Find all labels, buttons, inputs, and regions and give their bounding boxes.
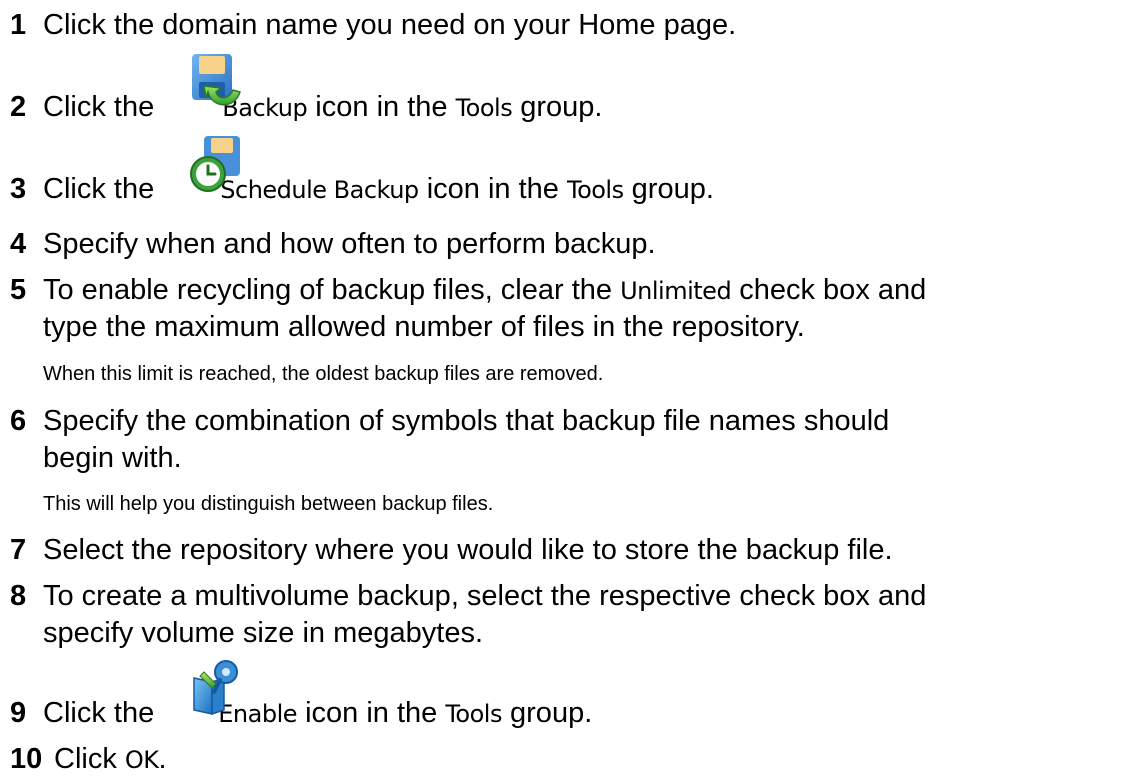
tools-label: Tools — [566, 176, 624, 204]
step-text: Specify the combination of symbols that … — [43, 405, 890, 437]
step-number: 7 — [10, 534, 27, 566]
step-number: 2 — [10, 91, 27, 123]
step-number: 6 — [10, 405, 27, 437]
step-9: 9 Click the Enable icon in the Tools grou… — [10, 697, 593, 729]
step-8: 8 To create a multivolume backup, select … — [10, 579, 926, 614]
step-5: 5 To enable recycling of backup files, cl… — [10, 274, 927, 306]
step-text: Click the domain name you need on your H… — [43, 9, 737, 41]
step-text: Specify when and how often to perform ba… — [43, 228, 656, 260]
step-5-continuation: type the maximum allowed number of files… — [43, 311, 805, 343]
unlimited-label: Unlimited — [620, 277, 732, 305]
step-text: To create a multivolume backup, select t… — [43, 580, 927, 612]
schedule-backup-icon — [190, 136, 240, 192]
step-number: 5 — [10, 274, 27, 306]
step-6-continuation: begin with. — [43, 442, 182, 474]
step-3: 3 Click the Schedule Backup icon in the T… — [10, 173, 714, 205]
enable-icon — [193, 660, 238, 716]
step-6: 6 Specify the combination of symbols that… — [10, 404, 889, 439]
ok-label: OK — [124, 746, 159, 774]
schedule-backup-label: Schedule Backup — [220, 176, 419, 204]
step-10: 10 Click OK. — [10, 743, 167, 775]
step-number: 8 — [10, 580, 27, 612]
step-2: 2 Click the Backup icon in the Tools grou… — [10, 91, 603, 123]
step-7: 7 Select the repository where you would l… — [10, 533, 893, 568]
step-5-note: When this limit is reached, the oldest b… — [43, 363, 604, 385]
tools-label: Tools — [455, 94, 513, 122]
tools-label: Tools — [445, 700, 502, 728]
step-number: 4 — [10, 228, 27, 260]
step-number: 10 — [10, 743, 43, 775]
step-text: Select the repository where you would li… — [43, 534, 893, 566]
backup-icon — [192, 54, 241, 106]
step-number: 1 — [10, 9, 27, 41]
step-number: 3 — [10, 173, 27, 205]
step-1: 1 Click the domain name you need on your … — [10, 8, 736, 43]
step-number: 9 — [10, 697, 27, 729]
step-4: 4 Specify when and how often to perform b… — [10, 227, 656, 262]
step-6-note: This will help you distinguish between b… — [43, 493, 494, 515]
step-8-continuation: specify volume size in megabytes. — [43, 617, 484, 649]
